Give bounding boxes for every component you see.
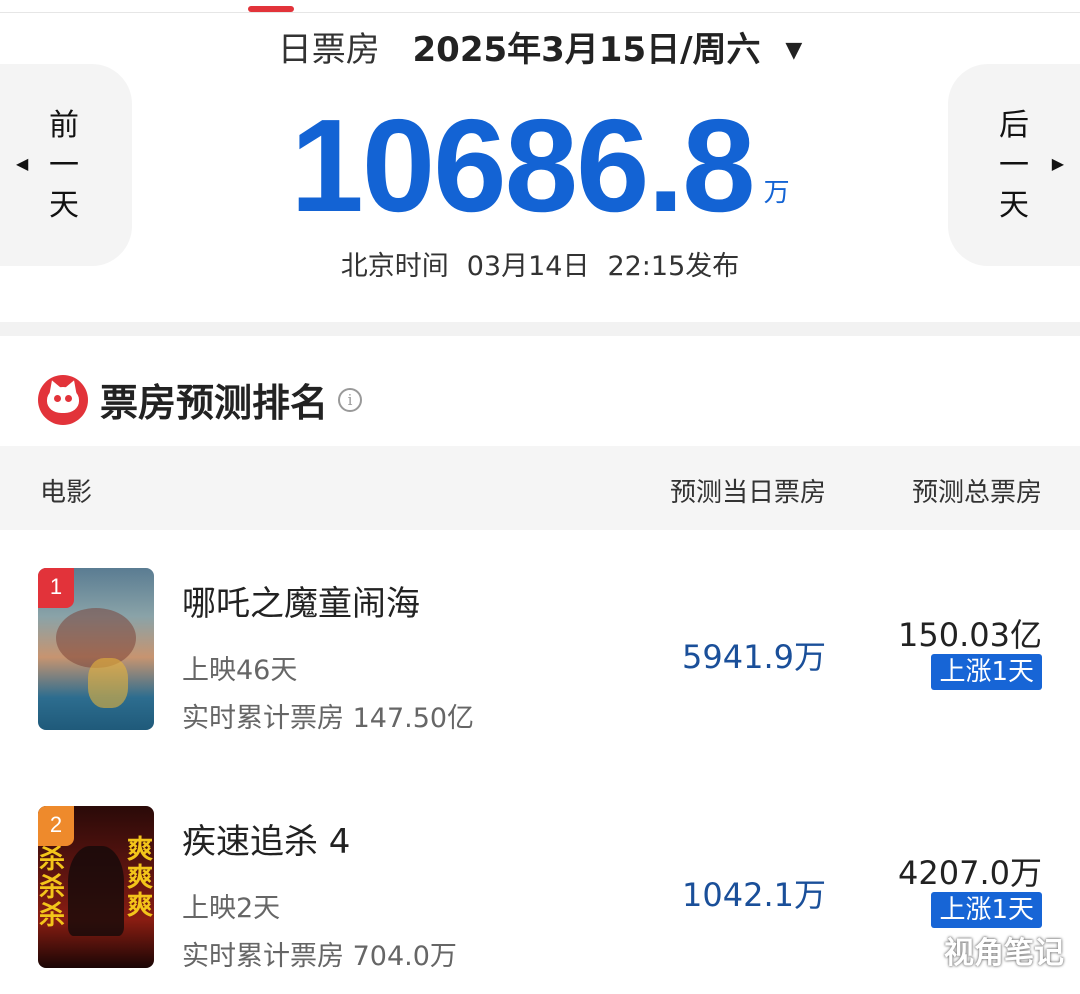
- column-header-predicted-total[interactable]: 预测总票房: [912, 472, 1042, 509]
- column-header-predicted-day[interactable]: 预测当日票房: [670, 472, 826, 509]
- watermark: 视角笔记: [944, 936, 1064, 971]
- total-box-office: 10686.8 万: [0, 96, 1080, 236]
- trend-badge: 上涨1天: [931, 892, 1042, 928]
- table-header: 电影 预测当日票房 预测总票房: [0, 446, 1080, 530]
- table-row[interactable]: 杀杀杀 爽爽爽 2 疾速追杀 4 上映2天 实时累计票房 704.0万 1042…: [0, 804, 1080, 984]
- date-selector[interactable]: 日票房 2025年3月15日/周六 ▼: [0, 22, 1080, 71]
- release-days: 上映2天: [182, 893, 281, 924]
- publish-prefix: 北京时间: [340, 251, 449, 282]
- total-box-office-unit: 万: [763, 178, 790, 208]
- top-divider: [0, 12, 1080, 13]
- predicted-day-box-office: 5941.9万: [682, 638, 826, 676]
- trend-badge: 上涨1天: [931, 654, 1042, 690]
- selected-date[interactable]: 2025年3月15日/周六: [413, 30, 761, 70]
- movie-title[interactable]: 哪吒之魔童闹海: [182, 576, 420, 625]
- section-title: 票房预测排名: [100, 381, 329, 425]
- rank-badge: 2: [38, 806, 74, 846]
- publish-date: 03月14日: [466, 251, 590, 282]
- maoyan-cat-logo-icon: [38, 374, 88, 425]
- total-box-office-value: 10686.8: [290, 92, 755, 239]
- poster-text-right: 爽爽爽: [126, 835, 153, 921]
- publish-info: 北京时间 03月14日 22:15发布: [0, 244, 1080, 283]
- movie-poster[interactable]: 1: [38, 568, 154, 730]
- chevron-down-icon[interactable]: ▼: [785, 38, 802, 63]
- predicted-total-box-office: 4207.0万: [898, 854, 1042, 892]
- active-tab-indicator: [248, 6, 294, 12]
- publish-time: 22:15发布: [607, 251, 740, 282]
- cumulative-box-office: 实时累计票房 704.0万: [182, 941, 457, 972]
- page-label: 日票房: [277, 30, 380, 70]
- poster-text-left: 杀杀杀: [38, 845, 65, 931]
- column-header-movie: 电影: [40, 478, 93, 508]
- table-row[interactable]: 1 哪吒之魔童闹海 上映46天 实时累计票房 147.50亿 5941.9万 1…: [0, 566, 1080, 746]
- predicted-day-box-office: 1042.1万: [682, 876, 826, 914]
- movie-poster[interactable]: 杀杀杀 爽爽爽 2: [38, 806, 154, 968]
- release-days: 上映46天: [182, 655, 298, 686]
- rank-badge: 1: [38, 568, 74, 608]
- section-header: 票房预测排名 i: [38, 372, 363, 427]
- predicted-total-box-office: 150.03亿: [898, 616, 1042, 654]
- section-divider: [0, 322, 1080, 336]
- movie-title[interactable]: 疾速追杀 4: [182, 814, 350, 863]
- info-icon[interactable]: i: [338, 387, 363, 412]
- cumulative-box-office: 实时累计票房 147.50亿: [182, 703, 475, 734]
